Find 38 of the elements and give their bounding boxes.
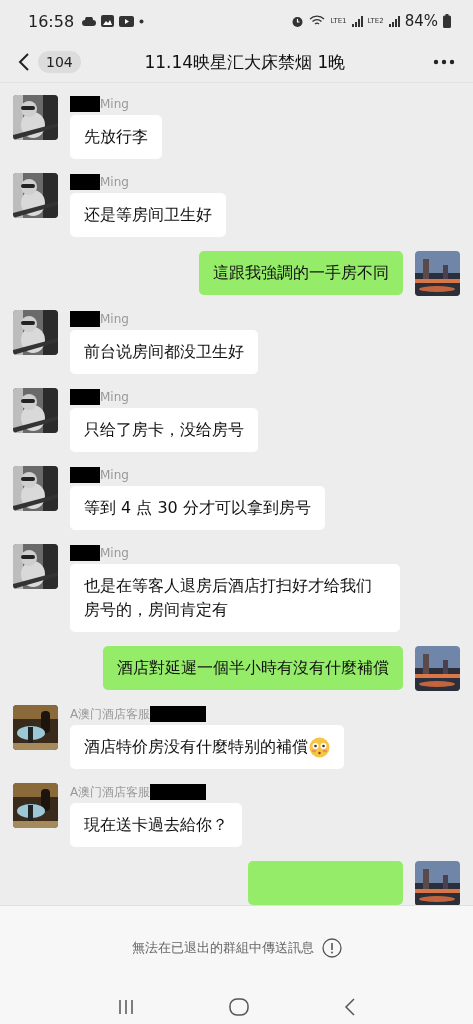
- sender-name: Ming: [100, 175, 129, 189]
- message-text: 酒店特价房没有什麼特别的補償: [84, 736, 308, 758]
- back-nav-icon[interactable]: [343, 998, 356, 1016]
- info-icon[interactable]: [321, 938, 342, 958]
- sender-name: Ming: [100, 468, 129, 482]
- message-text: 前台说房间都没卫生好: [84, 341, 244, 363]
- alarm-icon: [291, 14, 305, 28]
- unread-count-badge: 104: [38, 51, 81, 73]
- play-icon: [119, 15, 135, 27]
- image-icon: [101, 15, 115, 27]
- cloud-icon: [82, 16, 97, 26]
- signal-icon: [388, 15, 400, 27]
- wifi-icon: [309, 15, 326, 27]
- message-text: 酒店對延遲一個半小時有沒有什麼補償: [117, 657, 389, 679]
- recent-apps-icon[interactable]: [117, 999, 136, 1015]
- more-icon[interactable]: [433, 59, 455, 65]
- sender-name: A澳门酒店客服: [70, 705, 151, 723]
- battery-icon: [443, 14, 451, 28]
- chat-title: 11.14映星汇大床禁烟 1晚: [143, 50, 347, 74]
- message-text: 也是在等客人退房后酒店打扫好才给我们房号的，房间肯定有: [84, 575, 373, 621]
- back-icon[interactable]: [18, 52, 30, 72]
- message-text: 只给了房卡，没给房号: [84, 419, 244, 441]
- home-icon[interactable]: [229, 998, 250, 1016]
- signal-icon: [351, 15, 363, 27]
- message-text: 等到 4 点 30 分才可以拿到房号: [84, 497, 311, 519]
- sender-name: A澳门酒店客服: [70, 783, 151, 801]
- sender-name: Ming: [100, 312, 129, 326]
- sender-name: Ming: [100, 97, 129, 111]
- message-text: 現在送卡過去給你？: [84, 814, 228, 836]
- sender-name: Ming: [100, 390, 129, 404]
- sender-name: Ming: [100, 546, 129, 560]
- message-text: 还是等房间卫生好: [84, 204, 212, 226]
- battery-percent: 84%: [404, 12, 438, 30]
- disabled-notice: 無法在已退出的群組中傳送訊息: [131, 939, 314, 957]
- message-text: 先放行李: [84, 126, 148, 148]
- status-time: 16:58: [28, 11, 75, 31]
- dot-icon: [139, 18, 145, 24]
- message-text: 這跟我強調的一手房不同: [213, 262, 389, 284]
